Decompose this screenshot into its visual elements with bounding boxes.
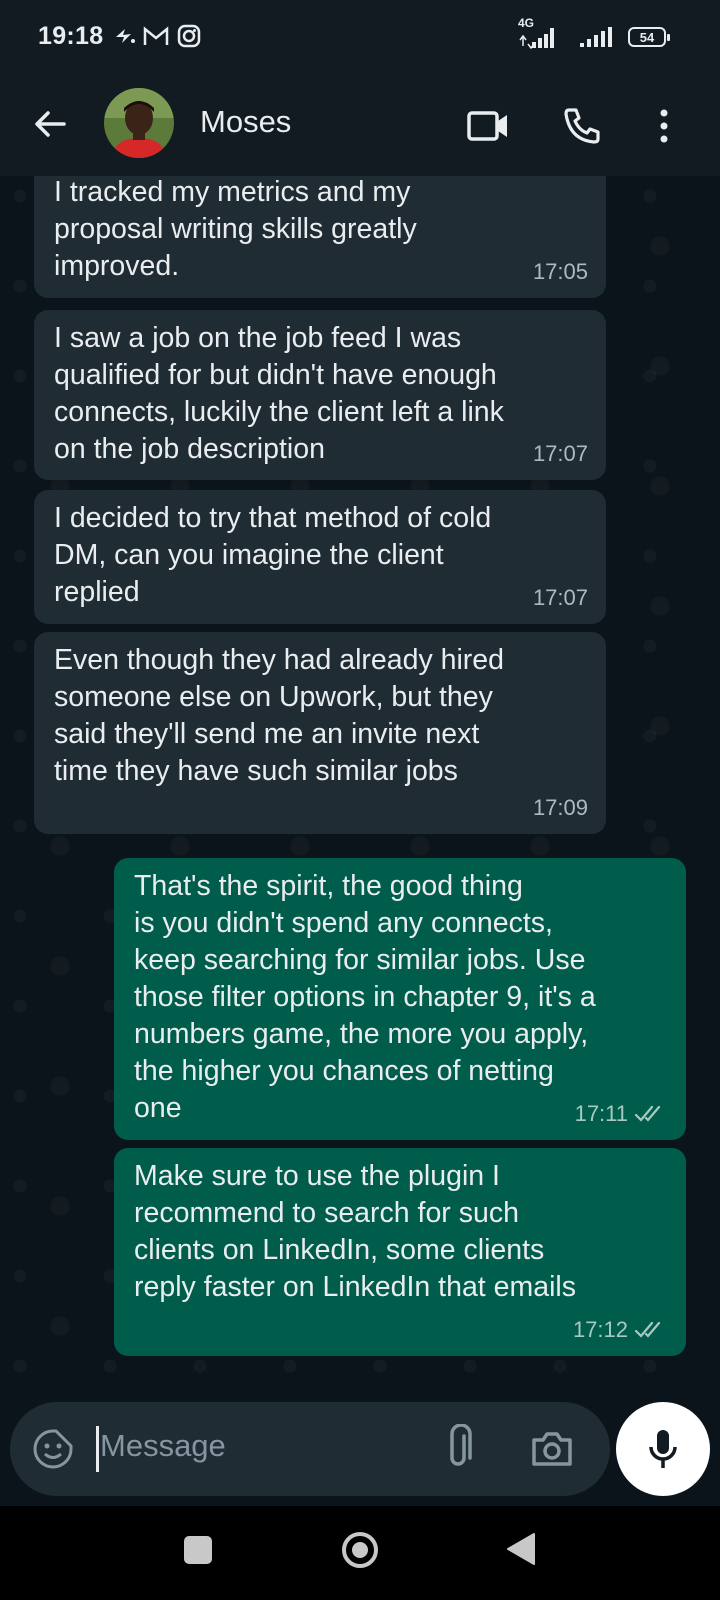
- message-time: 17:07: [532, 585, 588, 610]
- message-bubble-outgoing[interactable]: That's the spirit, the good thing is you…: [114, 858, 686, 1140]
- message-text: Make sure to use the plugin I recommend …: [134, 1160, 576, 1303]
- message-meta: 17:05: [533, 253, 588, 290]
- home-icon[interactable]: [340, 1530, 380, 1570]
- signal-4g-icon: 4G: [518, 16, 564, 52]
- message-bubble-incoming[interactable]: I saw a job on the job feed I was qualif…: [34, 310, 606, 480]
- message-meta: 17:12: [573, 1311, 668, 1348]
- message-input[interactable]: Message: [100, 1428, 226, 1464]
- chat-area[interactable]: I tracked my metrics and my proposal wri…: [0, 176, 720, 1392]
- data-saver-icon: [116, 29, 135, 43]
- message-text: That's the spirit, the good thing is you…: [134, 870, 596, 1124]
- message-meta: 17:07: [533, 579, 588, 616]
- message-meta: 17:09: [533, 789, 588, 826]
- video-call-icon[interactable]: [466, 104, 510, 148]
- message-text: I tracked my metrics and my proposal wri…: [54, 176, 417, 282]
- message-time: 17:05: [532, 259, 588, 284]
- message-time: 17:11: [574, 1101, 628, 1126]
- contact-name[interactable]: Moses: [200, 104, 291, 140]
- status-bar: 19:18 4G 54: [0, 0, 720, 78]
- message-meta: 17:07: [533, 435, 588, 472]
- nav-back-icon[interactable]: [506, 1532, 536, 1566]
- status-time: 19:18: [38, 22, 104, 50]
- more-vert-icon[interactable]: [642, 104, 686, 148]
- message-bubble-incoming[interactable]: I decided to try that method of cold DM,…: [34, 490, 606, 624]
- sticker-emoji-icon[interactable]: [32, 1428, 74, 1470]
- message-input-bar[interactable]: Message: [10, 1402, 610, 1496]
- gmail-icon: [143, 26, 169, 45]
- back-arrow-icon[interactable]: [30, 104, 70, 144]
- message-bubble-outgoing[interactable]: Make sure to use the plugin I recommend …: [114, 1148, 686, 1356]
- message-text: I saw a job on the job feed I was qualif…: [54, 322, 504, 465]
- camera-icon[interactable]: [530, 1428, 574, 1468]
- attachment-clip-icon[interactable]: [440, 1424, 476, 1472]
- message-time: 17:09: [532, 795, 588, 820]
- text-cursor: [96, 1426, 99, 1472]
- phone-icon[interactable]: [560, 104, 604, 148]
- microphone-icon: [649, 1430, 677, 1468]
- battery-icon: 54: [628, 27, 670, 47]
- voice-message-button[interactable]: [616, 1402, 710, 1496]
- status-right: 4G 54: [518, 16, 670, 52]
- chat-header: Moses: [0, 78, 720, 176]
- read-ticks-icon: [634, 1321, 661, 1338]
- message-text: Even though they had already hired someo…: [54, 644, 504, 787]
- message-meta: 17:11: [575, 1095, 668, 1132]
- instagram-icon: [177, 24, 201, 48]
- avatar[interactable]: [104, 88, 174, 158]
- message-text: I decided to try that method of cold DM,…: [54, 502, 492, 608]
- system-nav-bar: [0, 1506, 720, 1600]
- recent-apps-icon[interactable]: [184, 1536, 212, 1564]
- message-time: 17:07: [532, 441, 588, 466]
- message-time: 17:12: [572, 1317, 628, 1342]
- message-bubble-incoming[interactable]: I tracked my metrics and my proposal wri…: [34, 176, 606, 298]
- read-ticks-icon: [634, 1105, 661, 1122]
- signal-icon: [580, 27, 612, 47]
- message-bubble-incoming[interactable]: Even though they had already hired someo…: [34, 632, 606, 834]
- notification-icons: [113, 24, 201, 48]
